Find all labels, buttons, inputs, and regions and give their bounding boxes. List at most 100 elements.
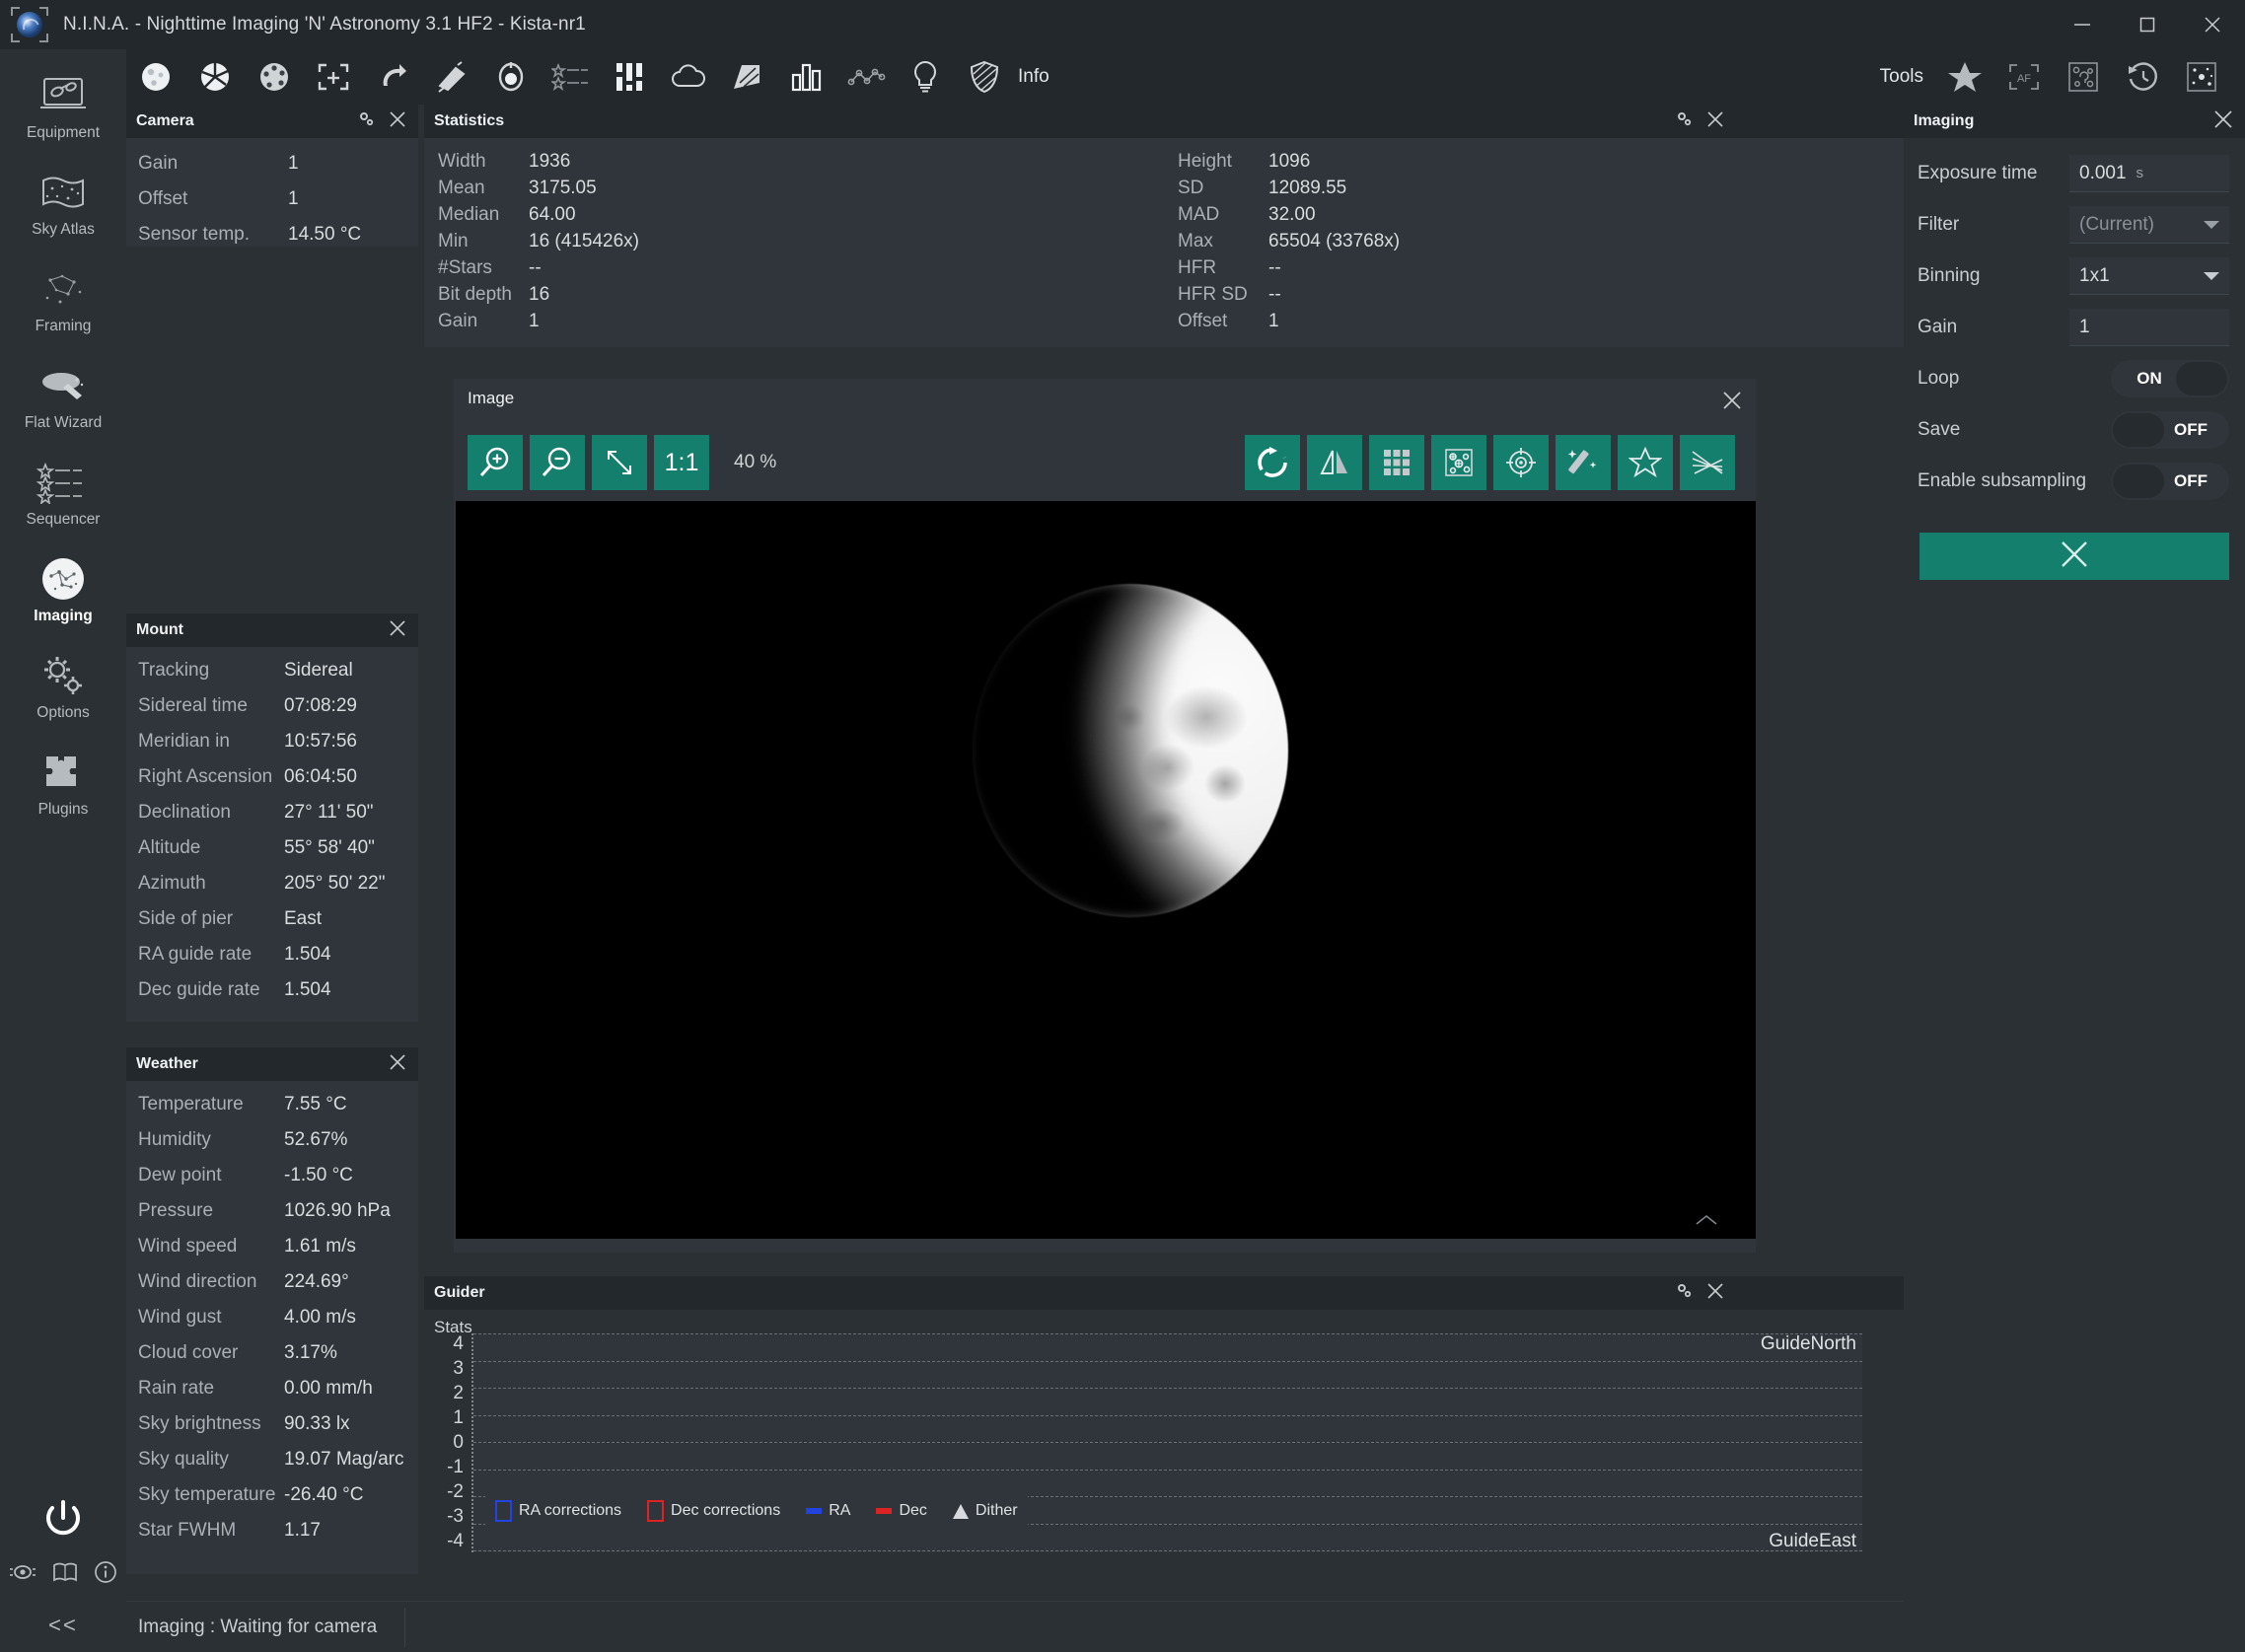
close-icon[interactable] — [389, 619, 406, 642]
history-clock-icon[interactable] — [2113, 49, 2172, 105]
crosshair-target-icon[interactable] — [1493, 435, 1549, 490]
flip-horizontal-icon[interactable] — [1307, 435, 1362, 490]
moon-icon[interactable] — [126, 49, 185, 105]
table-row: #Stars -- — [438, 254, 1164, 281]
nina-logo-icon — [10, 5, 49, 44]
rotate-icon[interactable] — [1245, 435, 1300, 490]
bahtinov-analysis-icon[interactable] — [1680, 435, 1735, 490]
close-icon[interactable] — [1722, 391, 1742, 415]
binning-select[interactable]: 1x1 — [2069, 257, 2229, 295]
info-circle-icon[interactable] — [94, 1560, 117, 1589]
lightbulb-icon[interactable] — [896, 49, 955, 105]
row-key: Sidereal time — [138, 695, 248, 716]
status-divider — [404, 1607, 406, 1647]
toggle-knob — [2176, 362, 2227, 395]
row-value: 52.67% — [284, 1129, 348, 1150]
close-icon[interactable] — [1706, 110, 1724, 133]
sequence-list-icon[interactable] — [541, 49, 600, 105]
manual-book-icon[interactable] — [52, 1561, 78, 1588]
zoom-one-to-one-icon[interactable]: 1:1 — [654, 435, 709, 490]
eye-icon[interactable] — [9, 1562, 36, 1587]
sidebar-item-sequencer[interactable]: Sequencer — [0, 446, 126, 542]
sidebar-item-sky-atlas[interactable]: Sky Atlas — [0, 156, 126, 252]
star-field-icon[interactable] — [2172, 49, 2231, 105]
list-item: Wind direction 224.69° — [126, 1264, 418, 1300]
guider-target-icon[interactable] — [481, 49, 541, 105]
grid-icon[interactable] — [1369, 435, 1424, 490]
cloud-icon[interactable] — [659, 49, 718, 105]
row-key: Dec guide rate — [138, 979, 260, 1000]
list-item: Azimuth 205° 50' 22" — [126, 866, 418, 901]
row-value: 65504 (33768x) — [1268, 231, 1401, 251]
gear-icon[interactable] — [357, 110, 375, 133]
camera-panel-body: Gain 1 Offset 1 Sensor temp. 14.50 °C — [126, 138, 418, 247]
axis-tick: -3 — [447, 1506, 464, 1527]
row-value: 64.00 — [529, 204, 576, 225]
loop-toggle[interactable]: ON — [2111, 360, 2229, 397]
histogram-chart-icon[interactable] — [777, 49, 836, 105]
weather-panel: Weather Temperature 7.55 °C Humidity 52.67… — [126, 1047, 418, 1574]
gain-row: Gain 1 — [1904, 302, 2245, 353]
close-icon[interactable] — [1706, 1282, 1724, 1305]
star-annotation-icon[interactable] — [1618, 435, 1673, 490]
sidebar-item-options[interactable]: Options — [0, 639, 126, 736]
close-icon[interactable] — [2213, 109, 2233, 134]
list-item: Wind gust 4.00 m/s — [126, 1300, 418, 1335]
gain-input[interactable]: 1 — [2069, 309, 2229, 346]
list-item: Cloud cover 3.17% — [126, 1335, 418, 1371]
maximize-icon[interactable] — [2115, 0, 2180, 49]
axis-tick: 4 — [453, 1333, 464, 1354]
list-item: Wind speed 1.61 m/s — [126, 1229, 418, 1264]
save-toggle[interactable]: OFF — [2111, 411, 2229, 449]
row-key: Right Ascension — [138, 766, 273, 787]
filter-select[interactable]: (Current) — [2069, 206, 2229, 244]
rail-collapse-button[interactable]: << — [48, 1613, 78, 1638]
imaging-icon — [36, 552, 90, 606]
hfr-graph-icon[interactable] — [836, 49, 896, 105]
rotator-icon[interactable] — [363, 49, 422, 105]
statistics-right-column: Height 1096 SD 12089.55 MAD 32.00 Max 65504 … — [1164, 148, 1904, 347]
row-value: -- — [1268, 284, 1281, 305]
close-icon[interactable] — [389, 110, 406, 133]
filter-wheel-icon[interactable] — [245, 49, 304, 105]
close-icon[interactable] — [2180, 0, 2245, 49]
fit-to-screen-icon[interactable] — [592, 435, 647, 490]
cancel-exposure-button[interactable] — [1919, 533, 2229, 580]
sidebar-item-framing[interactable]: Framing — [0, 252, 126, 349]
exposure-time-input[interactable]: 0.001 s — [2069, 155, 2229, 192]
focus-frame-icon[interactable] — [304, 49, 363, 105]
star-filled-icon[interactable] — [1935, 49, 1994, 105]
image-resize-grip[interactable] — [1695, 1213, 1718, 1231]
subsampling-toggle[interactable]: OFF — [2111, 463, 2229, 500]
plate-solve-icon[interactable] — [2054, 49, 2113, 105]
gear-icon[interactable] — [1675, 110, 1693, 133]
row-value: 0.00 mm/h — [284, 1378, 373, 1399]
gear-icon[interactable] — [1675, 1282, 1693, 1305]
sidebar-item-flat-wizard[interactable]: Flat Wizard — [0, 349, 126, 446]
star-detection-icon[interactable] — [1431, 435, 1486, 490]
row-key: HFR SD — [1178, 284, 1248, 305]
row-key: Humidity — [138, 1129, 211, 1150]
table-row: Max 65504 (33768x) — [1178, 228, 1904, 254]
zoom-out-icon[interactable] — [530, 435, 585, 490]
table-row: HFR -- — [1178, 254, 1904, 281]
image-preview-canvas[interactable] — [456, 501, 1756, 1239]
aperture-icon[interactable] — [185, 49, 245, 105]
shield-icon[interactable] — [955, 49, 1014, 105]
sidebar-item-plugins[interactable]: Plugins — [0, 736, 126, 832]
auto-stretch-wand-icon[interactable] — [1556, 435, 1611, 490]
sidebar-item-equipment[interactable]: Equipment — [0, 59, 126, 156]
close-icon[interactable] — [389, 1053, 406, 1076]
info-label[interactable]: Info — [1018, 66, 1050, 88]
row-value: East — [284, 908, 323, 929]
flat-panel-icon[interactable] — [718, 49, 777, 105]
list-item: RA guide rate 1.504 — [126, 937, 418, 972]
telescope-icon[interactable] — [422, 49, 481, 105]
row-key: Bit depth — [438, 284, 512, 305]
minimize-icon[interactable] — [2050, 0, 2115, 49]
autofocus-af-icon[interactable]: AF — [1994, 49, 2054, 105]
switch-sliders-icon[interactable] — [600, 49, 659, 105]
zoom-in-icon[interactable] — [468, 435, 523, 490]
sidebar-item-imaging[interactable]: Imaging — [0, 542, 126, 639]
power-icon[interactable] — [40, 1496, 86, 1546]
